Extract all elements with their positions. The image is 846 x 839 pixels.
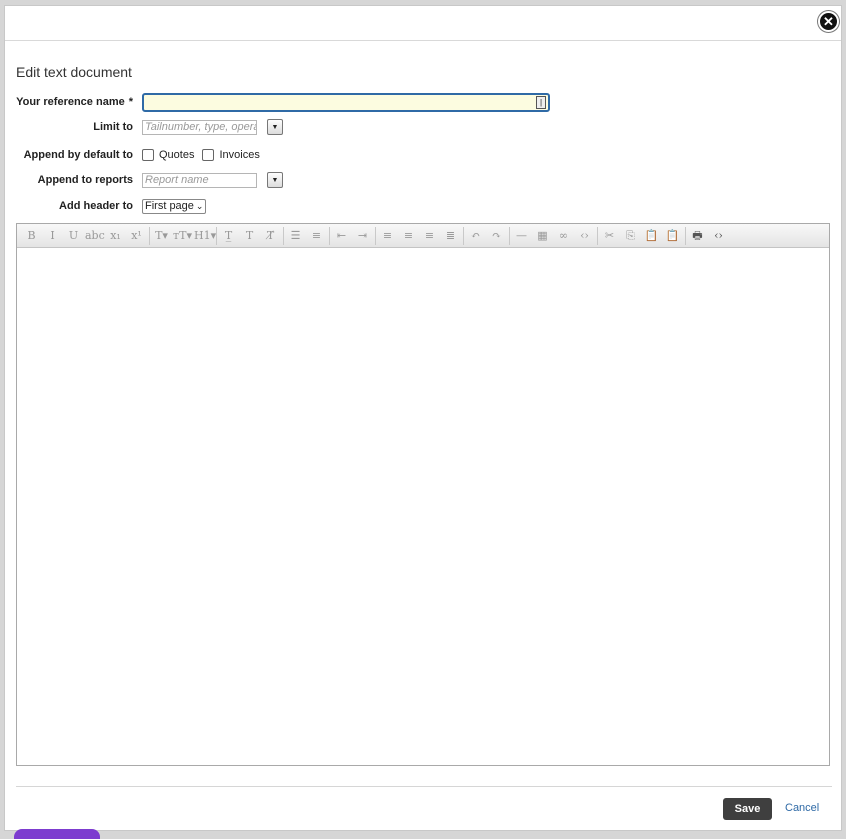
dialog-topbar: ✕ — [5, 6, 841, 41]
toolbar-separator — [509, 226, 510, 245]
chevron-down-icon: ⌄ — [195, 200, 204, 211]
reference-name-input[interactable]: | — [142, 92, 550, 112]
append-default-row: Append by default to Quotes Invoices — [5, 144, 268, 166]
rich-text-editor: B I Uabc x₁ x¹ T▾ тT▾ H1▾ T̲ T T̸ ☰ ≡ ⇤ ⇥ ≡ ≡ ≡ ≣ ↶ ↷ — ▦ ∞ ‹› ✂ ⎘… — [16, 223, 830, 766]
toolbar-separator — [375, 226, 376, 245]
source-icon[interactable]: ‹› — [709, 228, 728, 244]
limit-to-input[interactable]: Tailnumber, type, opera — [142, 119, 257, 135]
heading-icon[interactable]: H1▾ — [194, 228, 216, 244]
toolbar-separator — [216, 226, 217, 245]
bullet-list-icon[interactable]: ☰ — [286, 228, 305, 244]
highlight-icon[interactable]: T — [240, 228, 259, 244]
report-name-input[interactable]: Report name — [142, 172, 257, 188]
toolbar-separator — [463, 226, 464, 245]
clear-format-icon[interactable]: T̸ — [261, 228, 280, 244]
edit-text-document-dialog: ✕ Edit text document Your reference name… — [4, 5, 842, 831]
reference-name-label: Your reference name * — [5, 96, 142, 108]
subscript-icon[interactable]: x₁ — [106, 228, 125, 244]
strikethrough-icon[interactable]: abc — [85, 228, 105, 244]
append-reports-label: Append to reports — [37, 174, 133, 186]
append-default-label: Append by default to — [23, 149, 133, 161]
input-caret-icon: | — [536, 95, 546, 109]
dialog-title: Edit text document — [16, 64, 132, 80]
cancel-link[interactable]: Cancel — [785, 802, 819, 814]
limit-to-row: Limit to Tailnumber, type, opera ▼ — [5, 116, 283, 138]
quotes-checkbox-box[interactable] — [142, 149, 154, 161]
quotes-checkbox-label: Quotes — [159, 149, 195, 161]
align-justify-icon[interactable]: ≣ — [441, 228, 460, 244]
invoices-checkbox-label: Invoices — [219, 149, 260, 161]
report-name-dropdown-icon[interactable]: ▼ — [267, 172, 283, 188]
close-icon[interactable]: ✕ — [818, 11, 839, 32]
align-right-icon[interactable]: ≡ — [420, 228, 439, 244]
reference-name-label-text: Your reference name — [16, 96, 125, 108]
copy-icon[interactable]: ⎘ — [621, 228, 640, 244]
toolbar-separator — [329, 226, 330, 245]
align-center-icon[interactable]: ≡ — [399, 228, 418, 244]
toolbar-separator — [149, 226, 150, 245]
redo-icon[interactable]: ↷ — [487, 228, 506, 244]
paste-text-icon[interactable]: 📋 — [663, 228, 682, 244]
undo-icon[interactable]: ↶ — [466, 228, 485, 244]
toolbar-separator — [685, 226, 686, 245]
format-icon[interactable]: T̲ — [219, 228, 238, 244]
unlink-icon[interactable]: ‹› — [575, 228, 594, 244]
numbered-list-icon[interactable]: ≡ — [307, 228, 326, 244]
bold-icon[interactable]: B — [22, 228, 41, 244]
add-header-label: Add header to — [59, 200, 133, 212]
font-size-icon[interactable]: тT▾ — [173, 228, 192, 244]
cut-icon[interactable]: ✂ — [600, 228, 619, 244]
indent-icon[interactable]: ⇥ — [353, 228, 372, 244]
superscript-icon[interactable]: x¹ — [127, 228, 146, 244]
toolbar-separator — [597, 226, 598, 245]
limit-to-label: Limit to — [93, 121, 133, 133]
footer-divider — [16, 786, 832, 787]
quotes-checkbox[interactable]: Quotes — [142, 149, 194, 161]
link-icon[interactable]: ∞ — [554, 228, 573, 244]
editor-toolbar: B I Uabc x₁ x¹ T▾ тT▾ H1▾ T̲ T T̸ ☰ ≡ ⇤ ⇥ ≡ ≡ ≡ ≣ ↶ ↷ — ▦ ∞ ‹› ✂ ⎘… — [17, 224, 829, 248]
paste-icon[interactable]: 📋 — [642, 228, 661, 244]
outdent-icon[interactable]: ⇤ — [332, 228, 351, 244]
save-button[interactable]: Save — [723, 798, 772, 820]
toolbar-separator — [283, 226, 284, 245]
underline-icon[interactable]: U — [64, 228, 83, 244]
font-icon[interactable]: T▾ — [152, 228, 171, 244]
add-header-selected: First page — [145, 199, 194, 212]
table-icon[interactable]: ▦ — [533, 228, 552, 244]
horizontal-rule-icon[interactable]: — — [512, 228, 531, 244]
align-left-icon[interactable]: ≡ — [378, 228, 397, 244]
append-reports-row: Append to reports Report name ▼ — [5, 169, 283, 191]
invoices-checkbox-box[interactable] — [202, 149, 215, 161]
editor-content-area[interactable] — [17, 248, 829, 766]
limit-to-dropdown-icon[interactable]: ▼ — [267, 119, 283, 135]
print-icon[interactable]: 🖶 — [688, 228, 707, 244]
add-header-row: Add header to First page ⌄ — [5, 195, 207, 217]
add-header-select[interactable]: First page ⌄ — [142, 198, 207, 214]
floating-tab[interactable] — [14, 829, 100, 839]
italic-icon[interactable]: I — [43, 228, 62, 244]
reference-name-row: Your reference name * | — [5, 91, 550, 113]
required-mark: * — [128, 96, 133, 108]
invoices-checkbox[interactable]: Invoices — [202, 149, 260, 161]
